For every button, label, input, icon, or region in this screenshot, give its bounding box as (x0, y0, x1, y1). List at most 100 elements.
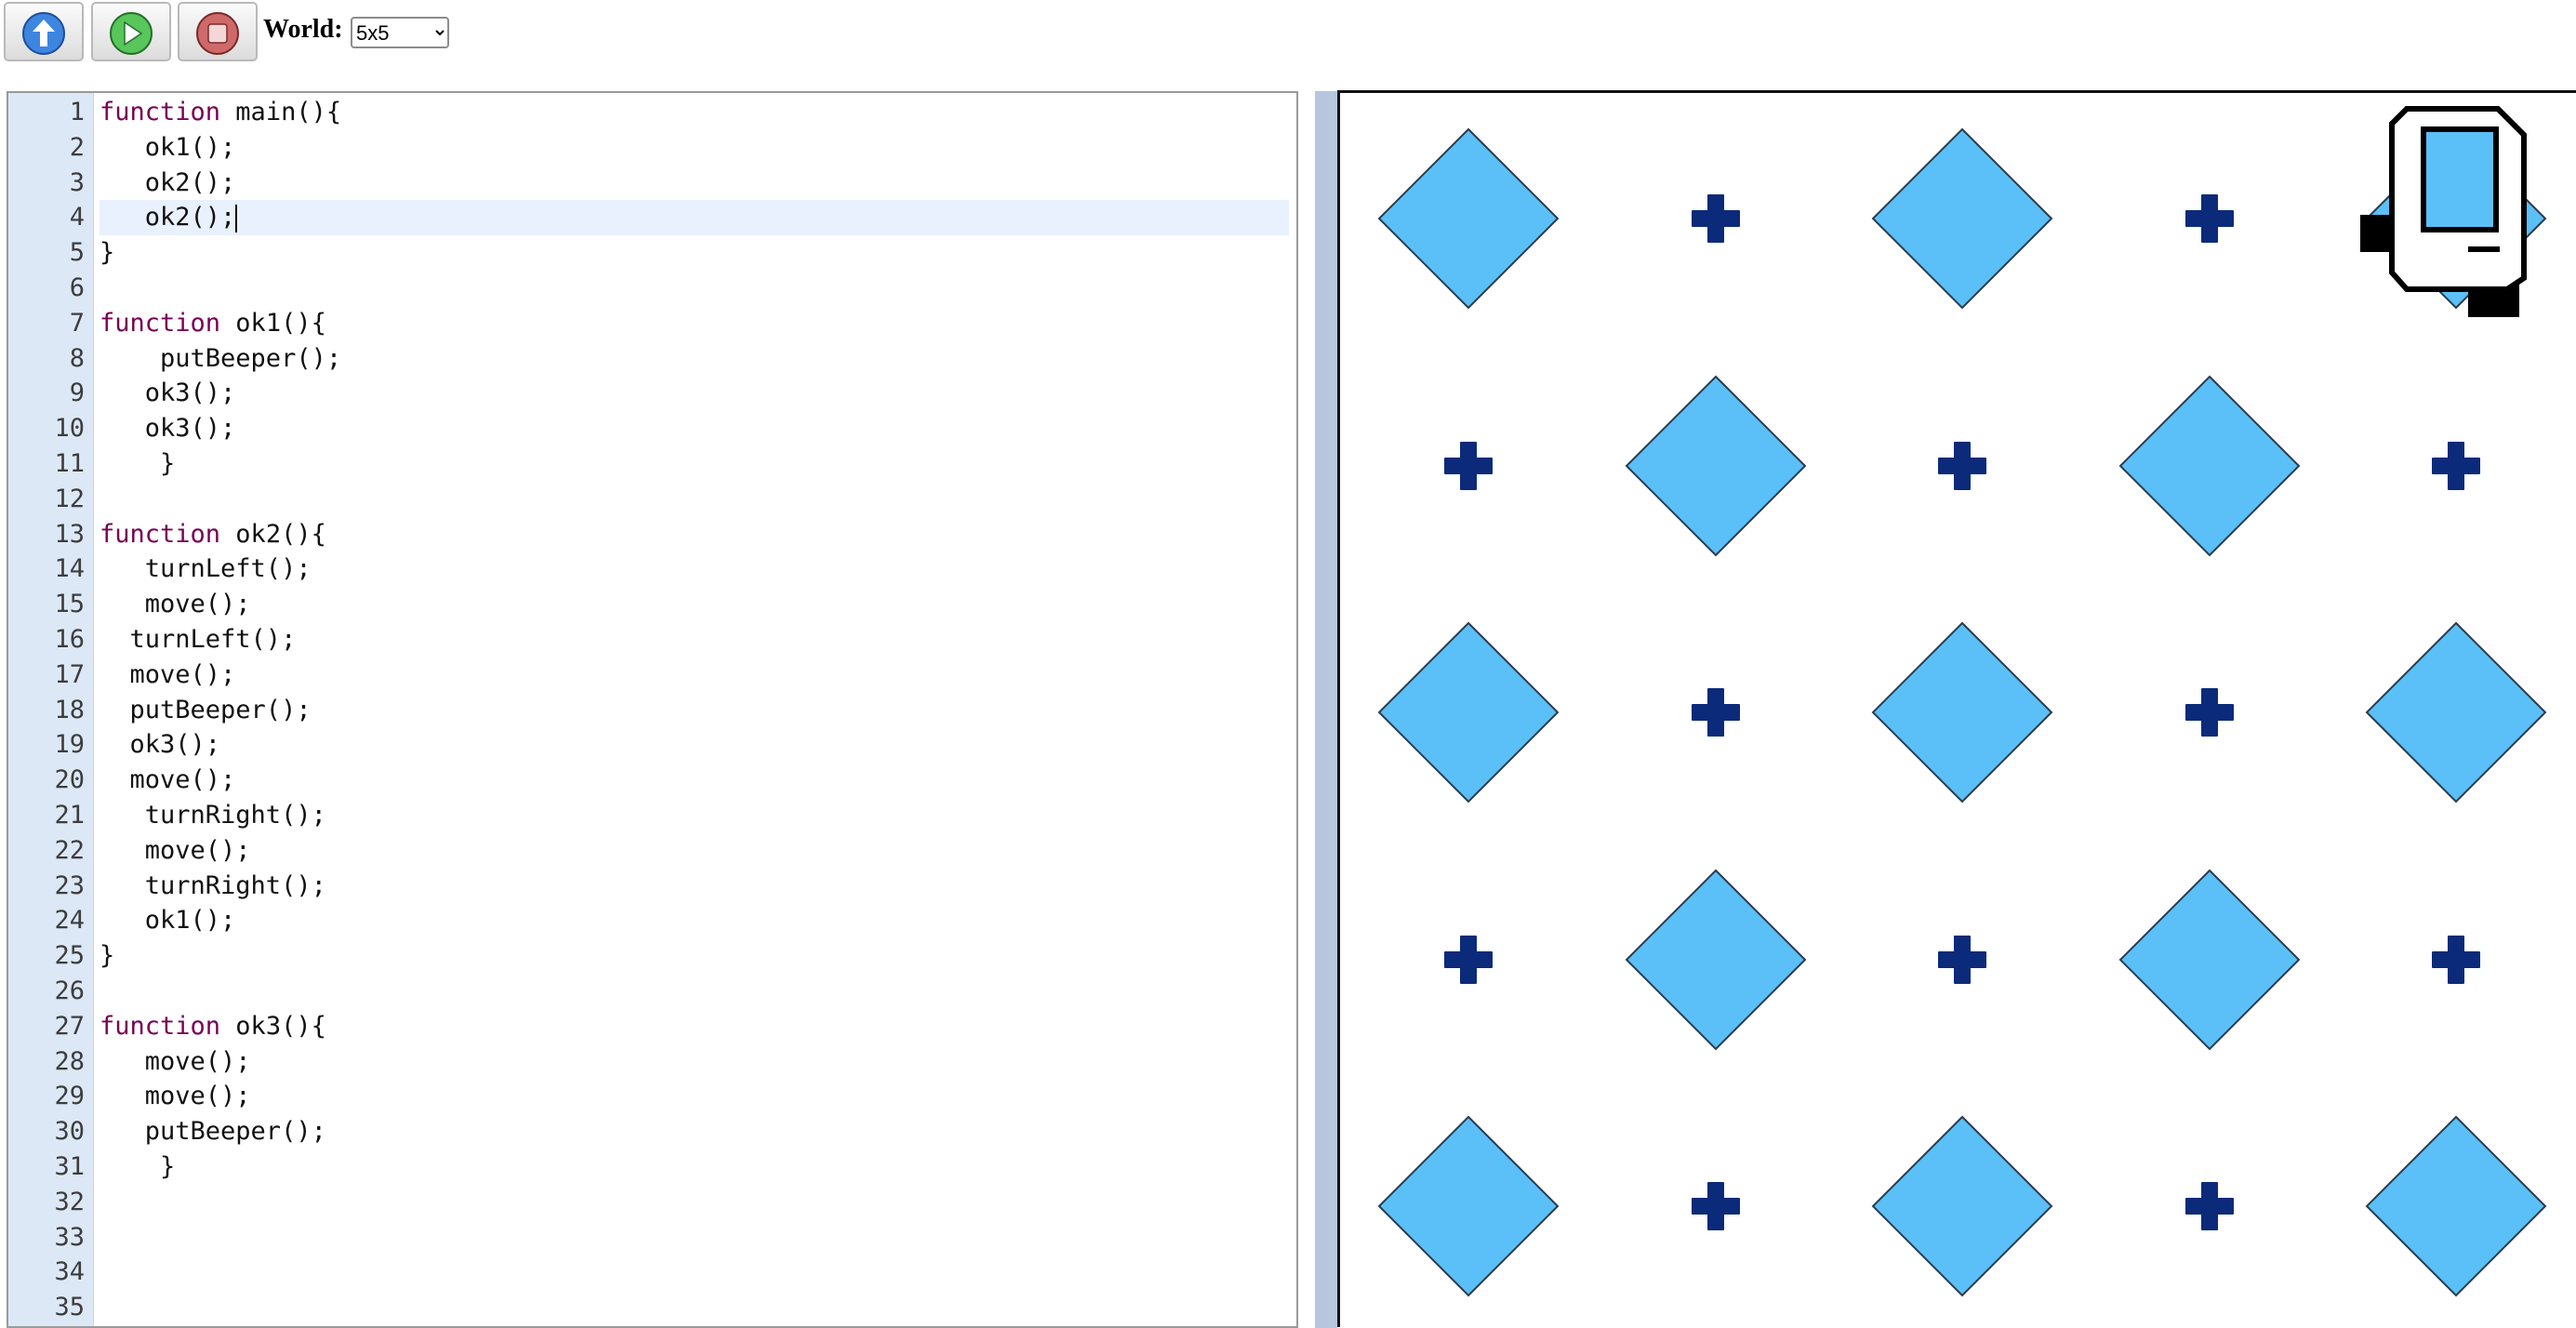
code-line[interactable]: 14 turnLeft(); (8, 551, 1296, 587)
code-line[interactable]: 16 turnLeft(); (8, 622, 1296, 657)
code-area[interactable]: 1 function main(){2 ok1(); 3 ok2(); 4 ok2()… (8, 95, 1296, 1325)
corner-plus-icon (1938, 441, 1986, 490)
code-line[interactable]: 27 function ok3(){ (8, 1009, 1296, 1044)
code-rest: move(); (100, 1082, 251, 1111)
code-line[interactable]: 10 ok3(); (8, 411, 1296, 446)
code-text[interactable]: } (100, 446, 1289, 482)
line-number: 2 (69, 132, 85, 162)
line-number: 4 (69, 203, 85, 232)
code-line[interactable]: 4 ok2(); (8, 200, 1296, 236)
upload-button[interactable] (4, 2, 84, 61)
code-text[interactable]: putBeeper(); (100, 1114, 1289, 1149)
code-line[interactable]: 1 function main(){ (8, 95, 1296, 130)
code-text[interactable]: turnLeft(); (100, 622, 1289, 657)
line-number: 26 (54, 976, 85, 1005)
code-text[interactable] (100, 1185, 1289, 1220)
code-text[interactable]: ok1(); (100, 903, 1289, 938)
code-line[interactable]: 25} (8, 938, 1296, 974)
run-button[interactable] (91, 2, 171, 61)
code-text[interactable]: ok3(); (100, 376, 1289, 411)
code-text[interactable]: function ok3(){ (100, 1009, 1289, 1044)
code-text[interactable] (100, 482, 1289, 517)
code-text[interactable]: turnLeft(); (100, 551, 1289, 587)
code-text[interactable]: } (100, 235, 1289, 271)
code-text[interactable]: } (100, 938, 1289, 974)
code-line[interactable]: 32 (8, 1185, 1296, 1220)
beeper-icon (1377, 127, 1560, 310)
code-line[interactable]: 20 move(); (8, 763, 1296, 798)
code-text[interactable]: turnRight(); (100, 798, 1289, 833)
code-line[interactable]: 35 (8, 1290, 1296, 1325)
corner-plus-icon (1691, 688, 1740, 737)
code-text[interactable]: turnRight(); (100, 869, 1289, 904)
code-line[interactable]: 33 (8, 1220, 1296, 1255)
code-text[interactable]: ok2(); (100, 166, 1289, 201)
code-line[interactable]: 6 (8, 271, 1296, 306)
code-line[interactable]: 23 turnRight(); (8, 869, 1296, 904)
code-editor[interactable]: 1 function main(){2 ok1(); 3 ok2(); 4 ok2()… (7, 91, 1298, 1328)
line-number: 31 (54, 1151, 85, 1181)
line-number: 12 (54, 484, 85, 513)
code-line[interactable]: 11 } (8, 446, 1296, 482)
code-line[interactable]: 21 turnRight(); (8, 798, 1296, 833)
world-label: World: (263, 15, 343, 44)
line-number: 25 (54, 941, 85, 971)
code-text[interactable]: function main(){ (100, 95, 1289, 130)
stop-button[interactable] (178, 2, 258, 61)
code-line[interactable]: 29 move(); (8, 1079, 1296, 1114)
code-text[interactable] (100, 974, 1289, 1009)
world-grid (1337, 90, 2576, 1327)
code-line[interactable]: 7 function ok1(){ (8, 306, 1296, 341)
line-number: 1 (69, 98, 85, 126)
code-text[interactable]: putBeeper(); (100, 693, 1289, 728)
code-rest: turnLeft(); (100, 554, 312, 584)
code-line[interactable]: 12 (8, 482, 1296, 517)
code-line[interactable]: 31 } (8, 1149, 1296, 1185)
code-text[interactable]: move(); (100, 763, 1289, 798)
code-line[interactable]: 17 move(); (8, 657, 1296, 693)
code-line[interactable]: 13 function ok2(){ (8, 517, 1296, 552)
code-line[interactable]: 8 putBeeper(); (8, 341, 1296, 377)
world-select[interactable]: 5x5 (351, 17, 449, 48)
code-line[interactable]: 3 ok2(); (8, 166, 1296, 201)
line-number: 8 (69, 343, 85, 373)
code-text[interactable]: } (100, 1149, 1289, 1185)
code-text[interactable]: putBeeper(); (100, 341, 1289, 377)
beeper-icon (1377, 621, 1560, 803)
code-line[interactable]: 18 putBeeper(); (8, 693, 1296, 728)
code-line[interactable]: 2 ok1(); (8, 130, 1296, 166)
beeper-icon (1625, 375, 1806, 556)
code-line[interactable]: 34 (8, 1255, 1296, 1290)
beeper-icon (1871, 127, 2053, 310)
keyword: function (100, 519, 221, 549)
code-text[interactable] (100, 1290, 1289, 1325)
code-line[interactable]: 26 (8, 974, 1296, 1009)
code-text[interactable]: move(); (100, 1079, 1289, 1114)
code-text[interactable] (100, 1255, 1289, 1290)
code-line[interactable]: 24 ok1(); (8, 903, 1296, 938)
code-line[interactable]: 9 ok3(); (8, 376, 1296, 411)
code-text[interactable]: ok3(); (100, 727, 1289, 763)
code-text[interactable]: function ok1(){ (100, 306, 1289, 341)
code-rest: ok3(); (100, 730, 221, 760)
code-line[interactable]: 28 move(); (8, 1044, 1296, 1080)
code-text[interactable] (100, 1220, 1289, 1255)
text-cursor (235, 204, 238, 232)
code-text[interactable]: ok3(); (100, 411, 1289, 446)
pane-divider[interactable] (1315, 91, 1337, 1328)
code-text[interactable]: move(); (100, 1044, 1289, 1080)
code-text[interactable]: function ok2(){ (100, 517, 1289, 552)
code-text[interactable]: move(); (100, 833, 1289, 869)
code-line[interactable]: 30 putBeeper(); (8, 1114, 1296, 1149)
code-rest: ok3(); (100, 378, 236, 408)
code-line[interactable]: 22 move(); (8, 833, 1296, 869)
code-text[interactable] (100, 271, 1289, 306)
code-text[interactable]: move(); (100, 657, 1289, 693)
code-line[interactable]: 15 move(); (8, 587, 1296, 622)
code-line[interactable]: 19 ok3(); (8, 727, 1296, 763)
code-text[interactable]: ok2(); (100, 200, 1289, 236)
beeper-icon (1871, 1115, 2053, 1297)
code-text[interactable]: move(); (100, 587, 1289, 622)
code-text[interactable]: ok1(); (100, 130, 1289, 166)
code-line[interactable]: 5} (8, 235, 1296, 271)
